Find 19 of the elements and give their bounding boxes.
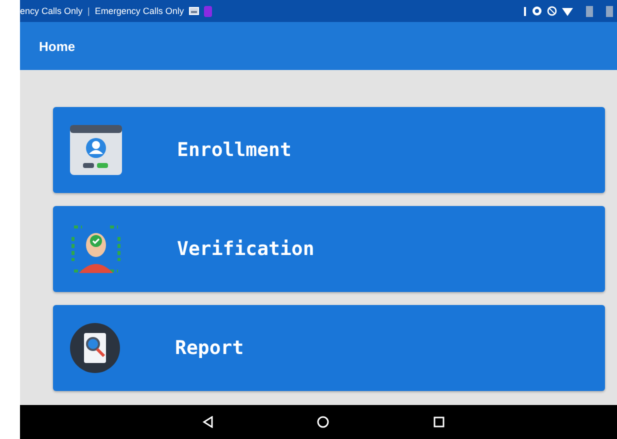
notification-icon	[204, 6, 212, 16]
circle-icon	[532, 6, 542, 16]
status-separator: |	[88, 6, 90, 16]
menu-card[interactable]: Report	[53, 305, 605, 391]
back-icon[interactable]	[202, 416, 214, 428]
home-icon[interactable]	[317, 416, 330, 428]
image-icon	[188, 7, 199, 15]
wifi-icon	[562, 6, 573, 16]
block-icon	[547, 6, 557, 16]
battery-icon	[586, 5, 593, 17]
menu-card[interactable]: Enrollment	[53, 107, 605, 193]
status-text: Emergency Calls Only	[94, 6, 184, 16]
face-scan-icon	[69, 223, 123, 275]
recents-icon[interactable]	[433, 416, 446, 428]
app-bar-title: Home	[39, 38, 76, 54]
document-search-icon	[69, 322, 121, 374]
menu-card[interactable]: Verification	[53, 206, 605, 292]
status-text: ency Calls Only	[20, 6, 83, 16]
id-card-icon	[69, 124, 123, 176]
